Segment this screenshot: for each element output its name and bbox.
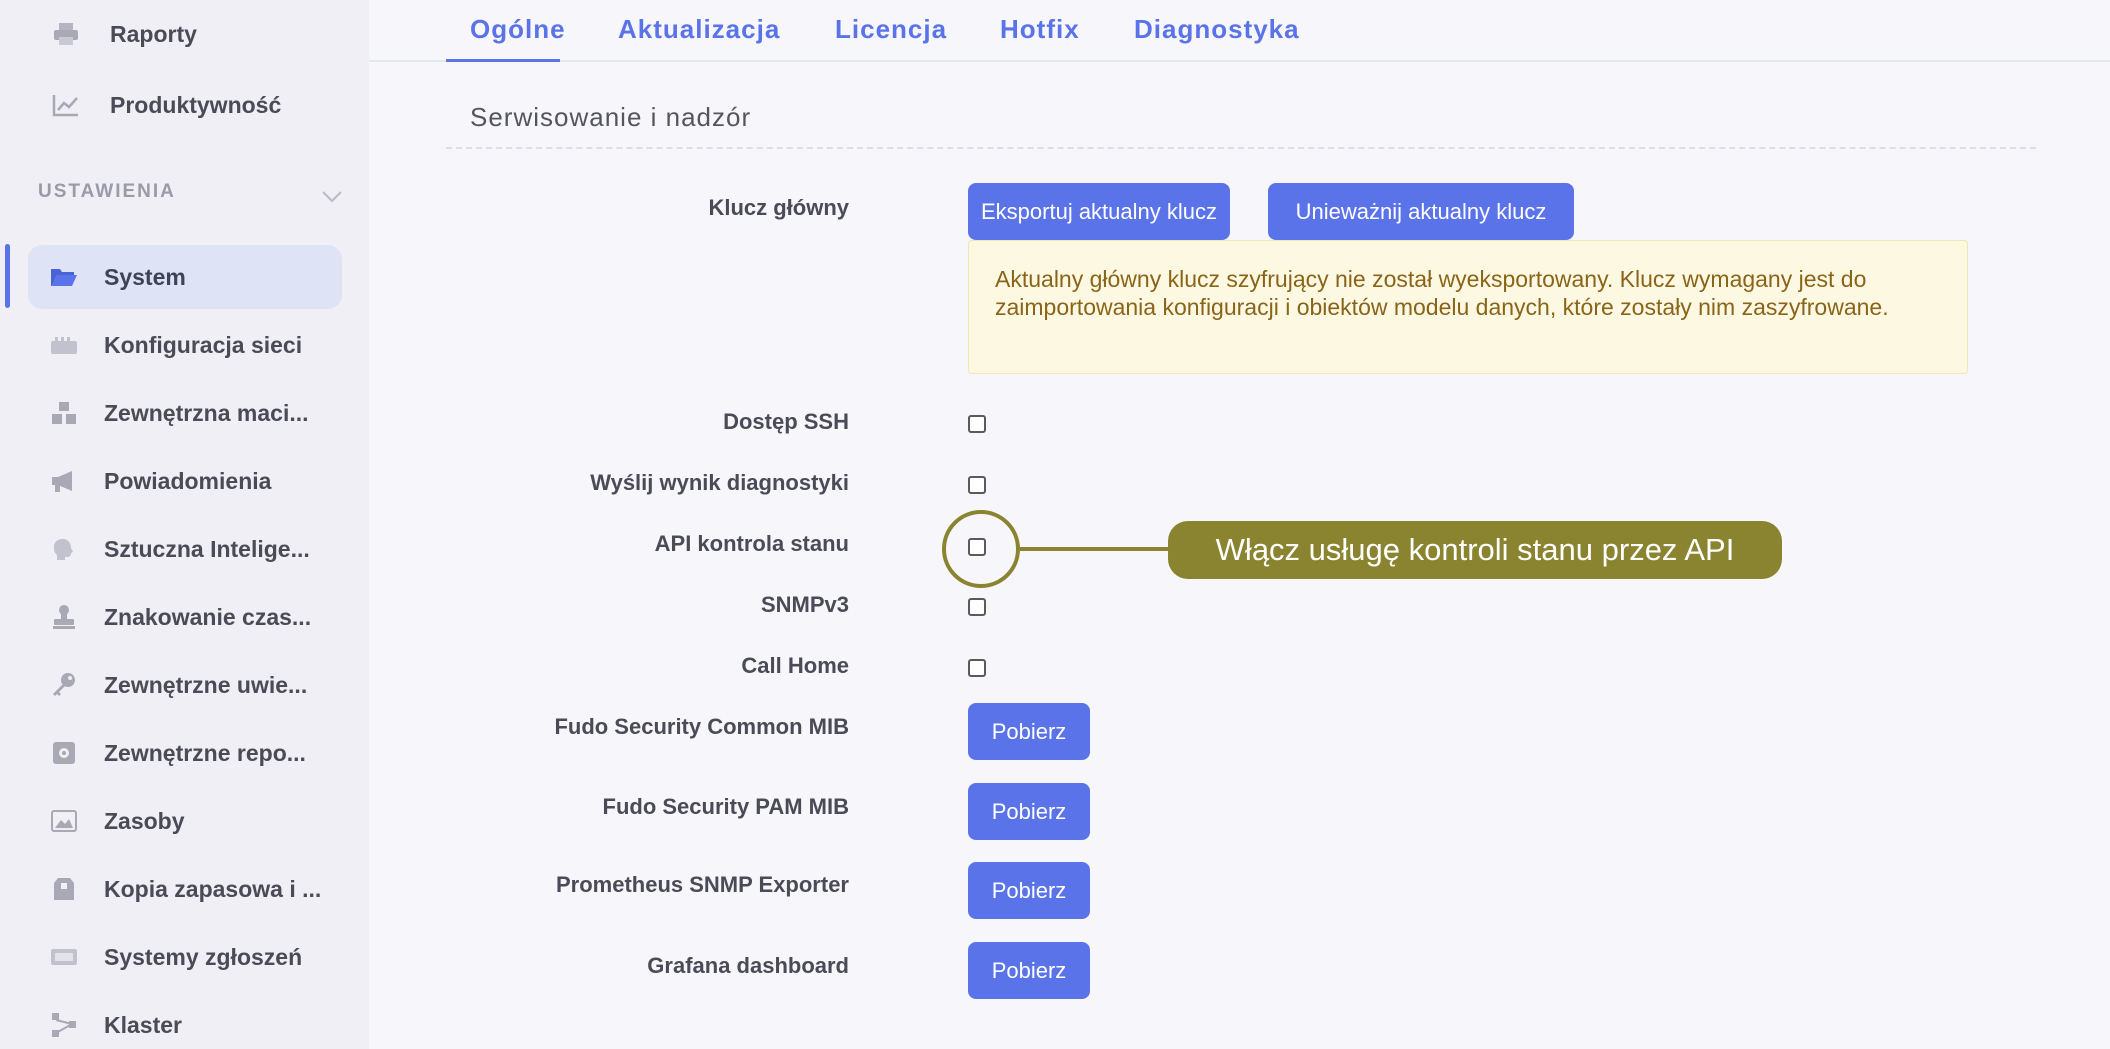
sidebar-item-label: Produktywność (110, 91, 282, 118)
sidebar-item-zewnetrzne-uwierzytelnianie[interactable]: Zewnętrzne uwie... (28, 653, 342, 717)
send-diagnostics-checkbox[interactable] (968, 476, 986, 494)
highlight-ring (942, 510, 1020, 588)
printer-icon (52, 20, 80, 48)
tab-diagnostyka[interactable]: Diagnostyka (1134, 14, 1300, 45)
sidebar-item-label: System (104, 263, 186, 290)
section-title: Serwisowanie i nadzór (470, 102, 752, 132)
tab-ogolne[interactable]: Ogólne (470, 14, 566, 45)
sidebar-item-label: Sztuczna Intelige... (104, 535, 310, 562)
sidebar-item-produktywnosc[interactable]: Produktywność (28, 73, 342, 137)
ssh-access-label: Dostęp SSH (723, 409, 849, 434)
ticket-icon (50, 943, 78, 971)
tab-licencja[interactable]: Licencja (835, 14, 947, 45)
tab-hotfix[interactable]: Hotfix (1000, 14, 1080, 45)
master-key-label: Klucz główny (708, 195, 849, 220)
vault-icon (50, 739, 78, 767)
master-key-notice: Aktualny główny klucz szyfrujący nie zos… (968, 240, 1968, 374)
call-home-checkbox[interactable] (968, 659, 986, 677)
snmpv3-checkbox[interactable] (968, 598, 986, 616)
chevron-down-icon[interactable] (320, 184, 344, 208)
network-icon (50, 331, 78, 359)
common-mib-label: Fudo Security Common MIB (554, 714, 849, 739)
sidebar-item-zasoby[interactable]: Zasoby (28, 789, 342, 853)
sidebar-item-powiadomienia[interactable]: Powiadomienia (28, 449, 342, 513)
download-pam-mib-button[interactable]: Pobierz (968, 783, 1090, 840)
sidebar: Raporty Produktywność USTAWIENIA System … (0, 0, 369, 1049)
megaphone-icon (50, 467, 78, 495)
pam-mib-label: Fudo Security PAM MIB (602, 794, 850, 819)
archive-icon (50, 875, 78, 903)
sidebar-item-znakowanie-czasem[interactable]: Znakowanie czas... (28, 585, 342, 649)
send-diagnostics-label: Wyślij wynik diagnostyki (590, 470, 849, 495)
sidebar-item-label: Klaster (104, 1011, 182, 1038)
active-tab-underline (446, 59, 560, 62)
section-divider (446, 147, 2036, 149)
chart-line-icon (52, 91, 80, 119)
download-common-mib-button[interactable]: Pobierz (968, 703, 1090, 760)
api-health-check-label: API kontrola stanu (654, 531, 849, 556)
stamp-icon (50, 603, 78, 631)
sidebar-item-klaster[interactable]: Klaster (28, 993, 342, 1049)
sidebar-item-label: Systemy zgłoszeń (104, 943, 303, 970)
main-content: Ogólne Aktualizacja Licencja Hotfix Diag… (369, 0, 2110, 1049)
snmpv3-label: SNMPv3 (760, 592, 849, 617)
sidebar-item-system[interactable]: System (28, 245, 342, 309)
image-icon (50, 807, 78, 835)
active-indicator (5, 244, 10, 308)
sidebar-item-zewnetrzna-maszyna[interactable]: Zewnętrzna maci... (28, 381, 342, 445)
folder-open-icon (50, 263, 78, 291)
sidebar-item-label: Zewnętrzna maci... (104, 399, 309, 426)
sidebar-section-label: USTAWIENIA (38, 181, 176, 202)
tab-aktualizacja[interactable]: Aktualizacja (618, 14, 780, 45)
grafana-dashboard-label: Grafana dashboard (647, 953, 849, 978)
tabs-bar: Ogólne Aktualizacja Licencja Hotfix Diag… (369, 0, 2110, 62)
export-key-button[interactable]: Eksportuj aktualny klucz (968, 183, 1230, 240)
sidebar-item-label: Konfiguracja sieci (104, 331, 303, 358)
callout-tooltip: Włącz usługę kontroli stanu przez API (1168, 521, 1782, 579)
key-icon (50, 671, 78, 699)
sidebar-item-kopia-zapasowa[interactable]: Kopia zapasowa i ... (28, 857, 342, 921)
cubes-icon (50, 399, 78, 427)
sidebar-item-label: Znakowanie czas... (104, 603, 312, 630)
revoke-key-button[interactable]: Unieważnij aktualny klucz (1268, 183, 1574, 240)
ssh-access-checkbox[interactable] (968, 415, 986, 433)
sidebar-item-systemy-zgloszen[interactable]: Systemy zgłoszeń (28, 925, 342, 989)
prometheus-exporter-label: Prometheus SNMP Exporter (555, 872, 849, 897)
sidebar-item-zewnetrzne-repozytoria[interactable]: Zewnętrzne repo... (28, 721, 342, 785)
sidebar-item-label: Zasoby (104, 807, 185, 834)
sidebar-item-label: Raporty (110, 20, 197, 47)
sidebar-item-label: Kopia zapasowa i ... (104, 875, 322, 902)
call-home-label: Call Home (741, 653, 849, 678)
sidebar-item-konfiguracja-sieci[interactable]: Konfiguracja sieci (28, 313, 342, 377)
download-grafana-dashboard-button[interactable]: Pobierz (968, 942, 1090, 999)
sidebar-item-raporty[interactable]: Raporty (28, 2, 342, 66)
download-prometheus-exporter-button[interactable]: Pobierz (968, 862, 1090, 919)
sidebar-item-label: Zewnętrzne repo... (104, 739, 306, 766)
cluster-icon (50, 1011, 78, 1039)
sidebar-item-label: Powiadomienia (104, 467, 272, 494)
brain-icon (50, 535, 78, 563)
sidebar-item-sztuczna-inteligencja[interactable]: Sztuczna Intelige... (28, 517, 342, 581)
sidebar-item-label: Zewnętrzne uwie... (104, 671, 308, 698)
